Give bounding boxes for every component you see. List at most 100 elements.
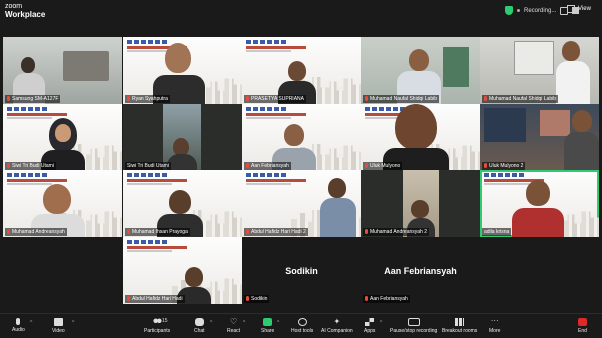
video-tile[interactable]: Ryan Syahputra (123, 37, 242, 104)
video-tile[interactable]: Muhamad Naufal Shidqi Labib (480, 37, 599, 104)
chat-options-chevron-icon[interactable]: ^ (210, 320, 212, 326)
video-tile-active-speaker[interactable]: adila krisna (480, 170, 599, 237)
share-screen-icon (263, 318, 273, 326)
zoom-app-window: zoom Workplace Recording... View Samsung… (0, 0, 602, 338)
participant-torso (512, 208, 564, 237)
video-tile[interactable]: Muhamad Naufal Shidqi Labib (361, 37, 480, 104)
video-tile[interactable]: Samsung SM-A127F (3, 37, 122, 104)
slide-title-bar (127, 246, 187, 249)
participant-torso (564, 132, 599, 171)
more-button[interactable]: ··· More (489, 317, 500, 335)
security-shield-icon[interactable] (505, 6, 513, 15)
end-label: End (578, 328, 587, 334)
brand-line-2: Workplace (5, 10, 46, 19)
chat-icon (194, 318, 204, 326)
participant-head (411, 200, 429, 218)
slide-header-logos (246, 40, 286, 44)
zoom-logo: zoom Workplace (5, 3, 45, 19)
participant-head (572, 110, 592, 132)
react-button[interactable]: ♡ React (227, 317, 241, 335)
video-label: Video (52, 328, 65, 334)
slide-subtitle-bar (246, 183, 291, 185)
audio-options-chevron-icon[interactable]: ^ (30, 320, 32, 326)
ai-sparkle-icon: ✦ (333, 317, 341, 326)
video-tile[interactable]: PRASETYA SUPRIANA (242, 37, 361, 104)
participant-head (526, 180, 550, 206)
participants-count: 15 (162, 318, 168, 324)
participant-head (409, 49, 429, 71)
participant-head (328, 178, 346, 198)
video-tile[interactable]: Aan Febriansyah (242, 104, 361, 171)
participant-name: Muhamad Ihsan Prayoga (125, 228, 190, 236)
slide-header-logos (246, 173, 286, 177)
muted-mic-icon (127, 296, 130, 302)
slide-header-logos (365, 107, 405, 111)
slide-header-logos (246, 107, 286, 111)
muted-mic-icon (365, 229, 368, 235)
ai-companion-label: AI Companion (321, 328, 353, 334)
video-tile-camera-off[interactable]: Aan Febriansyah Aan Febriansyah (361, 237, 480, 304)
slide-subtitle-bar (127, 250, 172, 252)
participant-torso (320, 198, 356, 237)
slide-subtitle-bar (246, 117, 291, 119)
chat-label: Chat (194, 328, 205, 334)
participant-name: Uluk Mulyono 2 (482, 162, 526, 170)
share-button[interactable]: Share (261, 318, 274, 334)
video-button[interactable]: Video (52, 318, 65, 334)
video-tile[interactable]: Siwi Tri Budi Utami (3, 104, 122, 171)
audio-label: Audio (12, 327, 25, 333)
participant-head (169, 190, 191, 214)
pause-stop-recording-button[interactable]: Pause/stop recording (390, 318, 437, 334)
host-tools-label: Host tools (291, 328, 314, 334)
slide-subtitle-bar (7, 117, 52, 119)
participant-head (395, 104, 437, 150)
slide-title-bar (127, 179, 187, 182)
end-meeting-button[interactable]: End (578, 318, 587, 334)
muted-mic-icon (246, 296, 249, 302)
video-tile[interactable]: Uluk Mulyono 2 (480, 104, 599, 171)
video-tile[interactable]: Uluk Mulyono (361, 104, 480, 171)
video-tile[interactable]: Muhamad Andreansyah 2 (361, 170, 480, 237)
participant-name: Aan Febriansyah (244, 162, 291, 170)
muted-mic-icon (7, 96, 10, 102)
muted-mic-icon (127, 229, 130, 235)
share-options-chevron-icon[interactable]: ^ (277, 320, 279, 326)
react-label: React (227, 328, 241, 334)
participant-name: PRASETYA SUPRIANA (244, 95, 306, 103)
ai-companion-button[interactable]: ✦ AI Companion (321, 317, 353, 335)
video-tile[interactable]: Muhamad Ihsan Prayoga (123, 170, 242, 237)
slide-title-bar (246, 46, 306, 49)
muted-mic-icon (127, 96, 130, 102)
video-tile[interactable]: Siwi Tri Budi Utami (123, 104, 242, 171)
share-label: Share (261, 328, 275, 334)
apps-button[interactable]: Apps (364, 318, 375, 334)
slide-subtitle-bar (484, 183, 529, 185)
participant-head (185, 267, 203, 287)
react-heart-icon: ♡ (229, 317, 238, 326)
participant-name: Samsung SM-A127F (5, 95, 61, 103)
apps-options-chevron-icon[interactable]: ^ (380, 320, 382, 326)
participant-name: Uluk Mulyono (363, 162, 403, 170)
participant-head (21, 57, 35, 73)
end-meeting-icon (578, 318, 587, 326)
participant-head (284, 124, 304, 146)
video-tile[interactable]: Abdul Hafidz Hari Hadi (123, 237, 242, 304)
slide-title-bar (246, 113, 306, 116)
host-tools-button[interactable]: Host tools (291, 318, 313, 334)
view-button[interactable]: View (567, 5, 591, 13)
video-tile[interactable]: Muhamad Andreansyah (3, 170, 122, 237)
slide-header-logos (7, 173, 47, 177)
audio-button[interactable]: Audio (12, 318, 25, 333)
react-options-chevron-icon[interactable]: ^ (243, 320, 245, 326)
participant-name: Abdul Hafidz Hari Hadi (125, 295, 185, 303)
participants-label: Participants (144, 328, 171, 334)
participant-name: adila krisna (482, 228, 512, 236)
participant-name: Siwi Tri Budi Utami (5, 162, 56, 170)
grid-view-icon (567, 5, 575, 13)
video-tile-camera-off[interactable]: Sodikin Sodikin (242, 237, 361, 304)
video-options-chevron-icon[interactable]: ^ (72, 320, 74, 326)
breakout-rooms-button[interactable]: Breakout rooms (442, 318, 477, 334)
chat-button[interactable]: Chat (194, 318, 205, 334)
slide-header-logos (127, 40, 167, 44)
video-tile[interactable]: Abdul Hafidz Hari Hadi 2 (242, 170, 361, 237)
